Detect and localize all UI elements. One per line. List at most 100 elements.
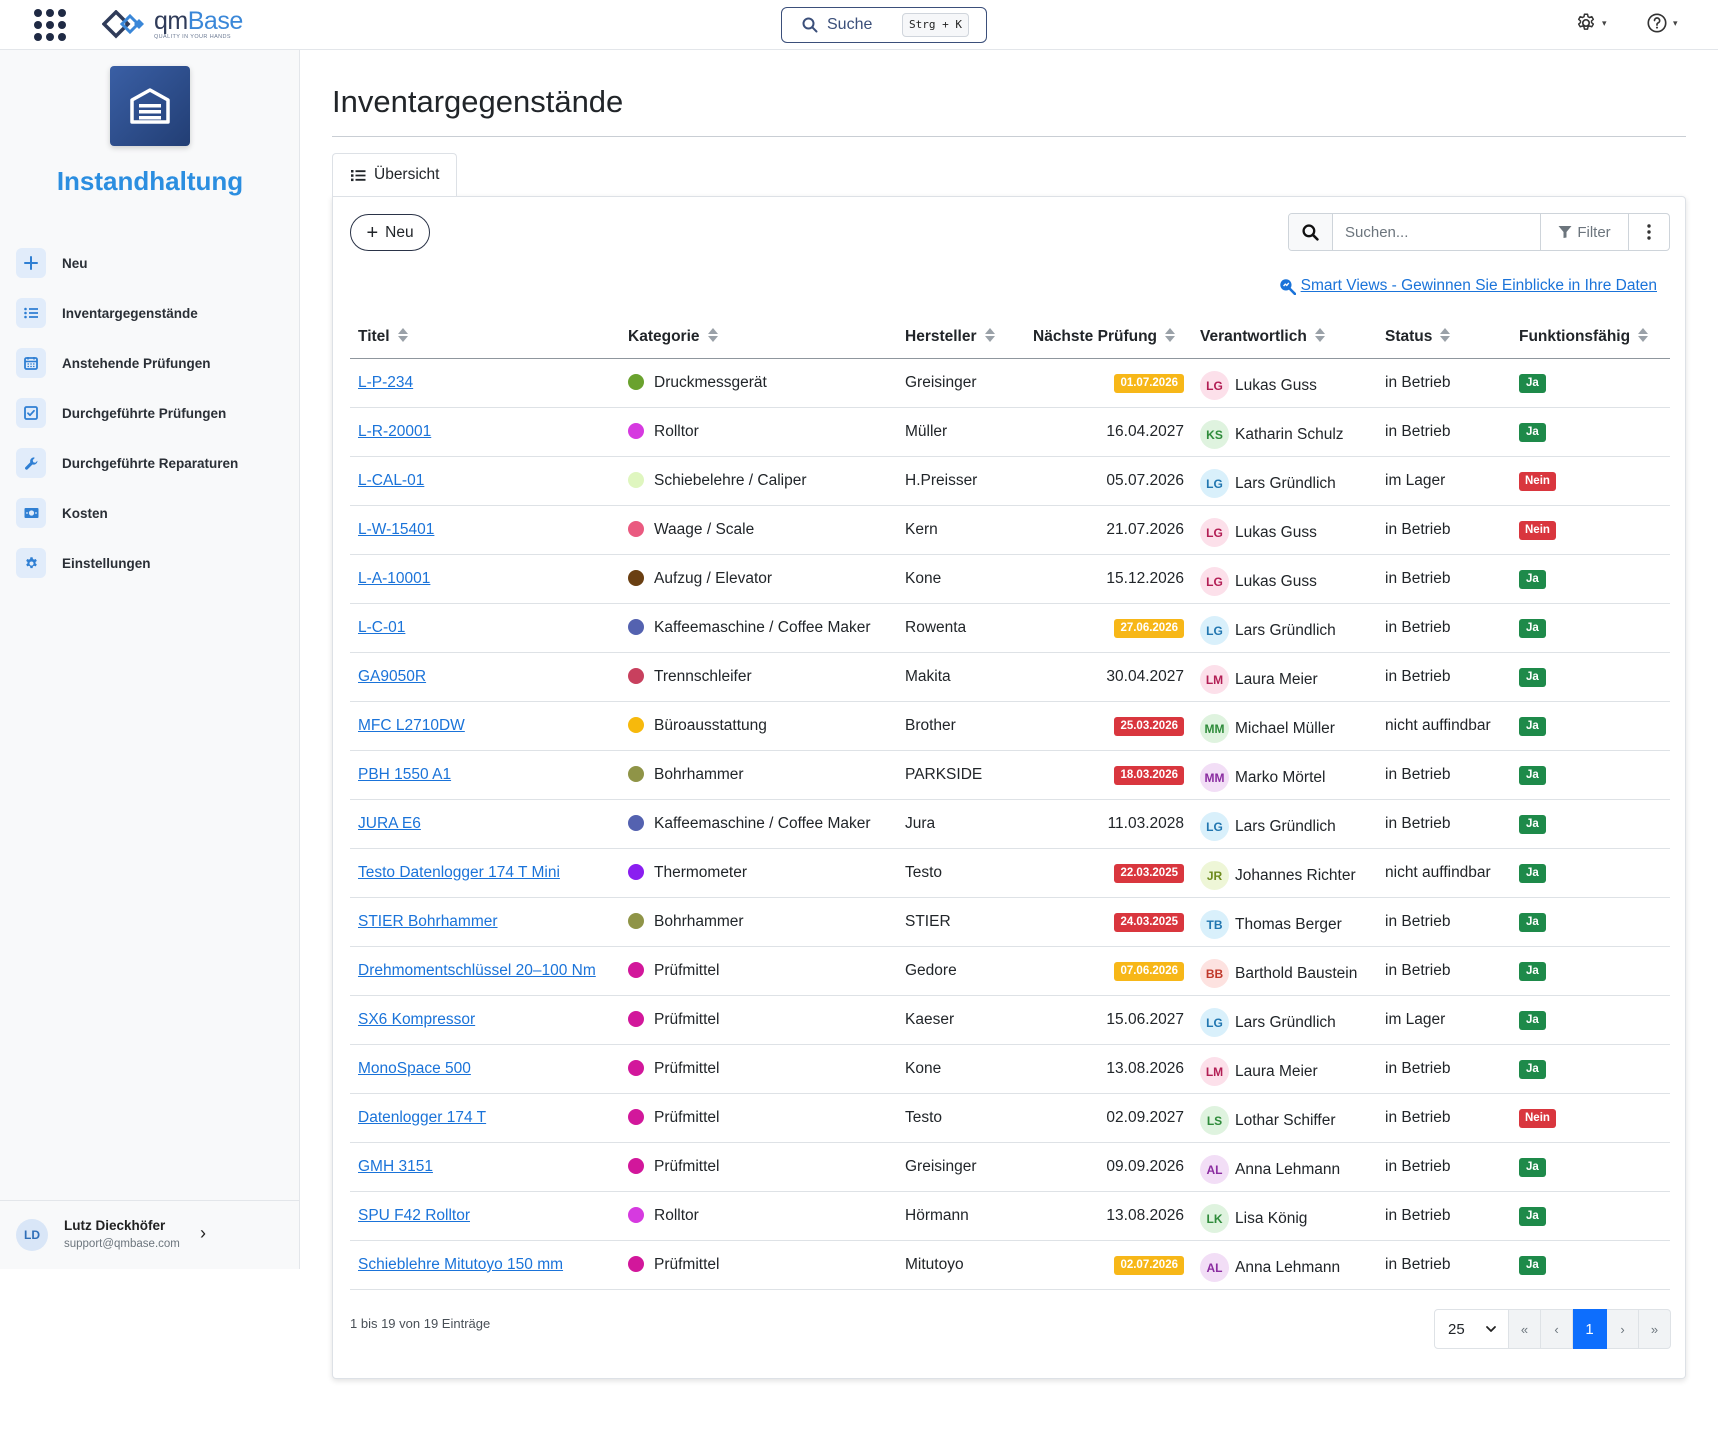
functional-badge: Ja: [1519, 1010, 1546, 1030]
item-title-link[interactable]: L-CAL-01: [358, 472, 424, 489]
col-naechste-pruefung-header[interactable]: Nächste Prüfung: [1025, 307, 1192, 359]
settings-menu-button[interactable]: ▾: [1575, 12, 1607, 34]
item-title-link[interactable]: L-W-15401: [358, 521, 434, 538]
page-size-select[interactable]: 25: [1434, 1309, 1509, 1349]
cell-category: Büroausstattung: [620, 701, 897, 751]
sidebar-item-inventargegenstaende[interactable]: Inventargegenstände: [16, 288, 286, 338]
cell-maker: PARKSIDE: [897, 750, 1025, 800]
item-title-link[interactable]: Schieblehre Mitutoyo 150 mm: [358, 1256, 563, 1273]
app-launcher-icon[interactable]: [34, 9, 66, 41]
item-title-link[interactable]: L-P-234: [358, 374, 413, 391]
column-label: Funktionsfähig: [1519, 327, 1631, 345]
sort-icon[interactable]: [984, 327, 996, 348]
table-row[interactable]: Schieblehre Mitutoyo 150 mm Prüfmittel Mit…: [350, 1240, 1670, 1290]
item-title-link[interactable]: STIER Bohrhammer: [358, 913, 498, 930]
category-color-dot: [628, 716, 644, 733]
col-hersteller-header[interactable]: Hersteller: [897, 307, 1025, 359]
col-kategorie-header[interactable]: Kategorie: [620, 307, 897, 359]
smart-views-link[interactable]: Smart Views - Gewinnen Sie Einblicke in …: [1279, 277, 1657, 295]
col-titel-header[interactable]: Titel: [350, 307, 620, 359]
search-icon[interactable]: [1289, 214, 1333, 250]
sidebar-item-neu[interactable]: Neu: [16, 238, 286, 288]
last-page-button[interactable]: »: [1639, 1309, 1671, 1349]
item-title-link[interactable]: L-C-01: [358, 619, 405, 636]
sort-icon[interactable]: [397, 327, 409, 348]
help-menu-button[interactable]: ▾: [1646, 12, 1678, 34]
item-title-link[interactable]: GMH 3151: [358, 1158, 433, 1175]
item-title-link[interactable]: Datenlogger 174 T: [358, 1109, 486, 1126]
item-title-link[interactable]: Drehmomentschlüssel 20–100 Nm: [358, 962, 596, 979]
table-row[interactable]: SX6 Kompressor Prüfmittel Kaeser 15.06.2027…: [350, 995, 1670, 1045]
item-title-link[interactable]: JURA E6: [358, 815, 421, 832]
cell-status: in Betrieb: [1377, 750, 1511, 800]
new-item-button[interactable]: + Neu: [350, 214, 430, 251]
sidebar-item-kosten[interactable]: Kosten: [16, 488, 286, 538]
cell-maker: Kaeser: [897, 995, 1025, 1045]
table-row[interactable]: JURA E6 Kaffeemaschine / Coffee Maker Jura…: [350, 799, 1670, 849]
table-row[interactable]: GMH 3151 Prüfmittel Greisinger 09.09.2026 AL…: [350, 1142, 1670, 1192]
table-row[interactable]: Drehmomentschlüssel 20–100 Nm Prüfmittel G…: [350, 946, 1670, 996]
sidebar-item-einstellungen[interactable]: Einstellungen: [16, 538, 286, 588]
item-title-link[interactable]: SX6 Kompressor: [358, 1011, 475, 1028]
page-1-button[interactable]: 1: [1573, 1309, 1607, 1349]
table-row[interactable]: GA9050R Trennschleifer Makita 30.04.2027 LM L…: [350, 652, 1670, 702]
table-row[interactable]: L-C-01 Kaffeemaschine / Coffee Maker Rowen…: [350, 603, 1670, 653]
more-options-icon[interactable]: [1628, 214, 1669, 250]
sort-icon[interactable]: [1314, 327, 1326, 348]
filter-button[interactable]: Filter: [1540, 214, 1628, 250]
sort-icon[interactable]: [707, 327, 719, 348]
category-label: Kaffeemaschine / Coffee Maker: [654, 618, 871, 636]
table-row[interactable]: STIER Bohrhammer Bohrhammer STIER 24.03.202…: [350, 897, 1670, 947]
tab-uebersicht[interactable]: Übersicht: [332, 153, 457, 196]
item-title-link[interactable]: Testo Datenlogger 174 T Mini: [358, 864, 560, 881]
cell-functional: Nein: [1511, 1093, 1670, 1143]
sidebar-item-durchgefuehrte-reparaturen[interactable]: Durchgeführte Reparaturen: [16, 438, 286, 488]
cell-next-check: 13.08.2026: [1025, 1191, 1192, 1241]
item-title-link[interactable]: SPU F42 Rolltor: [358, 1207, 470, 1224]
item-title-link[interactable]: GA9050R: [358, 668, 426, 685]
sort-icon[interactable]: [1164, 327, 1176, 348]
qmbase-logo[interactable]: qmBase QUALITY IN YOUR HANDS: [102, 7, 243, 43]
item-title-link[interactable]: PBH 1550 A1: [358, 766, 451, 783]
cell-title: Drehmomentschlüssel 20–100 Nm: [350, 946, 620, 996]
table-row[interactable]: L-W-15401 Waage / Scale Kern 21.07.2026 LG Lu…: [350, 505, 1670, 555]
cell-functional: Ja: [1511, 848, 1670, 898]
table-search-input[interactable]: [1333, 214, 1540, 250]
table-row[interactable]: MonoSpace 500 Prüfmittel Kone 13.08.2026 LM L…: [350, 1044, 1670, 1094]
table-row[interactable]: Testo Datenlogger 174 T Mini Thermometer T…: [350, 848, 1670, 898]
table-row[interactable]: SPU F42 Rolltor Rolltor Hörmann 13.08.2026 L…: [350, 1191, 1670, 1241]
item-title-link[interactable]: MonoSpace 500: [358, 1060, 471, 1077]
col-status-header[interactable]: Status: [1377, 307, 1511, 359]
cell-functional: Ja: [1511, 701, 1670, 751]
functional-badge: Ja: [1519, 667, 1546, 687]
cell-next-check: 25.03.2026: [1025, 701, 1192, 751]
cell-status: im Lager: [1377, 995, 1511, 1045]
global-search-button[interactable]: Suche Strg + K: [781, 7, 987, 43]
col-verantwortlich-header[interactable]: Verantwortlich: [1192, 307, 1377, 359]
item-title-link[interactable]: MFC L2710DW: [358, 717, 465, 734]
user-panel[interactable]: LD Lutz Dieckhöfer support@qmbase.com ›: [0, 1200, 300, 1269]
functional-badge: Nein: [1519, 471, 1556, 491]
table-row[interactable]: L-R-20001 Rolltor Müller 16.04.2027 KS Kathar…: [350, 407, 1670, 457]
first-page-button[interactable]: «: [1509, 1309, 1541, 1349]
table-row[interactable]: Datenlogger 174 T Prüfmittel Testo 02.09.20…: [350, 1093, 1670, 1143]
table-row[interactable]: L-CAL-01 Schiebelehre / Caliper H.Preisser…: [350, 456, 1670, 506]
prev-page-button[interactable]: ‹: [1541, 1309, 1573, 1349]
item-title-link[interactable]: L-R-20001: [358, 423, 431, 440]
next-page-button[interactable]: ›: [1607, 1309, 1639, 1349]
sidebar-item-anstehende-pruefungen[interactable]: Anstehende Prüfungen: [16, 338, 286, 388]
chevron-right-icon[interactable]: ›: [200, 1223, 206, 1244]
table-row[interactable]: MFC L2710DW Büroausstattung Brother 25.03.2…: [350, 701, 1670, 751]
col-funktionsfaehig-header[interactable]: Funktionsfähig: [1511, 307, 1670, 359]
table-row[interactable]: L-P-234 Druckmessgerät Greisinger 01.07.202…: [350, 358, 1670, 408]
cell-title: PBH 1550 A1: [350, 750, 620, 800]
responsible-name: Lothar Schiffer: [1235, 1111, 1336, 1129]
item-title-link[interactable]: L-A-10001: [358, 570, 430, 587]
table-row[interactable]: L-A-10001 Aufzug / Elevator Kone 15.12.2026…: [350, 554, 1670, 604]
table-row[interactable]: PBH 1550 A1 Bohrhammer PARKSIDE 18.03.2026 M…: [350, 750, 1670, 800]
cell-functional: Nein: [1511, 456, 1670, 506]
sort-icon[interactable]: [1637, 327, 1649, 348]
sort-icon[interactable]: [1439, 327, 1451, 348]
sidebar-item-durchgefuehrte-pruefungen[interactable]: Durchgeführte Prüfungen: [16, 388, 286, 438]
cell-next-check: 02.07.2026: [1025, 1240, 1192, 1290]
